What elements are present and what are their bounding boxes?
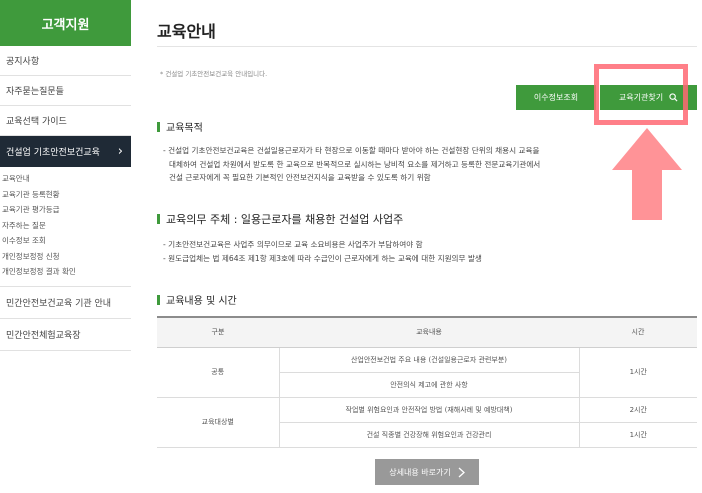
- page-title: 교육안내: [157, 22, 216, 41]
- time-cell: 1시간: [579, 347, 697, 398]
- detail-link-label: 상세내용 바로가기: [389, 467, 451, 477]
- submenu-item-correction-result[interactable]: 개인정보정정 결과 확인: [2, 264, 131, 280]
- completion-lookup-button[interactable]: 이수정보조회: [516, 85, 596, 110]
- section-title: 교육의무 주체 : 일용근로자를 채용한 건설업 사업주: [166, 213, 404, 226]
- table-row: 공통 산업안전보건법 주요 내용 (건설일용근로자 관련부분) 1시간: [157, 347, 697, 398]
- text-line: - 기초안전보건교육은 사업주 의무이므로 교육 소요비용은 사업주가 부담하여…: [163, 240, 423, 249]
- text-line: - 건설업 기초안전보건교육은 건설일용근로자가 타 현장으로 이동할 때마다 …: [163, 146, 540, 155]
- highlight-box: [594, 64, 688, 125]
- submenu-item-info-correction[interactable]: 개인정보정정 신청: [2, 249, 131, 265]
- sidebar: 고객지원 공지사항 자주묻는질문들 교육선택 가이드 건설업 기초안전보건교육 …: [0, 0, 131, 493]
- section-heading-obligation: 교육의무 주체 : 일용근로자를 채용한 건설업 사업주: [157, 211, 403, 227]
- text-line: 건설 근로자에게 꼭 필요한 기본적인 안전보건지식을 교육받을 수 있도록 하…: [169, 173, 431, 182]
- submenu-item-education-info[interactable]: 교육안내: [2, 171, 131, 187]
- category-cell: 교육대상별: [157, 397, 279, 448]
- purpose-text: - 건설업 기초안전보건교육은 건설일용근로자가 타 현장으로 이동할 때마다 …: [163, 144, 633, 185]
- detail-link-button[interactable]: 상세내용 바로가기: [375, 459, 479, 485]
- sidebar-submenu: 교육안내 교육기관 등록현황 교육기관 평가등급 자주하는 질문 이수정보 조회…: [0, 167, 131, 287]
- content-cell: 산업안전보건법 주요 내용 (건설일용근로자 관련부분): [278, 347, 580, 373]
- intro-note: * 건설업 기초안전보건교육 안내입니다.: [160, 70, 268, 78]
- submenu-item-faq[interactable]: 자주하는 질문: [2, 218, 131, 234]
- content-cell: 건설 직종별 건강장해 위험요인과 건강관리: [278, 422, 580, 448]
- sidebar-item-basic-safety-education[interactable]: 건설업 기초안전보건교육 ›: [0, 136, 131, 167]
- title-divider: [157, 46, 697, 47]
- sidebar-header: 고객지원: [0, 0, 131, 46]
- education-table: 구분 교육내용 시간 공통 산업안전보건법 주요 내용 (건설일용근로자 관련부…: [157, 316, 697, 448]
- section-title: 교육내용 및 시간: [166, 296, 237, 307]
- sidebar-item-label: 건설업 기초안전보건교육: [6, 148, 100, 158]
- table-header-row: 구분 교육내용 시간: [157, 316, 697, 348]
- section-heading-purpose: 교육목적: [157, 119, 203, 134]
- submenu-item-institution-status[interactable]: 교육기관 등록현황: [2, 187, 131, 203]
- submenu-item-institution-grade[interactable]: 교육기관 평가등급: [2, 202, 131, 218]
- submenu-item-completion-lookup[interactable]: 이수정보 조회: [2, 233, 131, 249]
- obligation-text: - 기초안전보건교육은 사업주 의무이므로 교육 소요비용은 사업주가 부담하여…: [163, 238, 633, 265]
- text-line: - 원도급업체는 법 제64조 제1항 제3호에 따라 수급인이 근로자에게 하…: [163, 253, 482, 263]
- chevron-right-icon: [458, 467, 465, 477]
- sidebar-item-experience-center[interactable]: 민간안전체험교육장: [0, 319, 131, 351]
- heading-bar: [157, 294, 160, 305]
- completion-lookup-label: 이수정보조회: [533, 93, 579, 102]
- content-cell: 작업별 위험요인과 안전작업 방법 (재해사례 및 예방대책): [278, 397, 580, 423]
- sidebar-item-faq[interactable]: 자주묻는질문들: [0, 76, 131, 106]
- sidebar-item-private-institution[interactable]: 민간안전보건교육 기관 안내: [0, 287, 131, 319]
- heading-bar: [157, 214, 160, 224]
- sidebar-item-guide[interactable]: 교육선택 가이드: [0, 106, 131, 136]
- section-title: 교육목적: [166, 123, 203, 134]
- column-header: 교육내용: [279, 316, 579, 348]
- category-cell: 공통: [157, 347, 279, 398]
- section-heading-content: 교육내용 및 시간: [157, 292, 237, 307]
- column-header: 구분: [157, 316, 279, 348]
- text-line: 대체하여 건설업 차원에서 받도록 한 교육으로 반복적으로 실시하는 낭비적 …: [169, 159, 541, 169]
- table-row: 교육대상별 작업별 위험요인과 안전작업 방법 (재해사례 및 예방대책) 2시…: [157, 397, 697, 448]
- time-cell: 1시간: [579, 422, 697, 448]
- heading-bar: [157, 121, 160, 132]
- content-cell: 안전의식 제고에 관한 사항: [278, 372, 580, 398]
- chevron-right-icon: ›: [117, 144, 123, 159]
- time-cell: 2시간: [579, 397, 697, 423]
- column-header: 시간: [579, 316, 697, 348]
- sidebar-item-notice[interactable]: 공지사항: [0, 46, 131, 76]
